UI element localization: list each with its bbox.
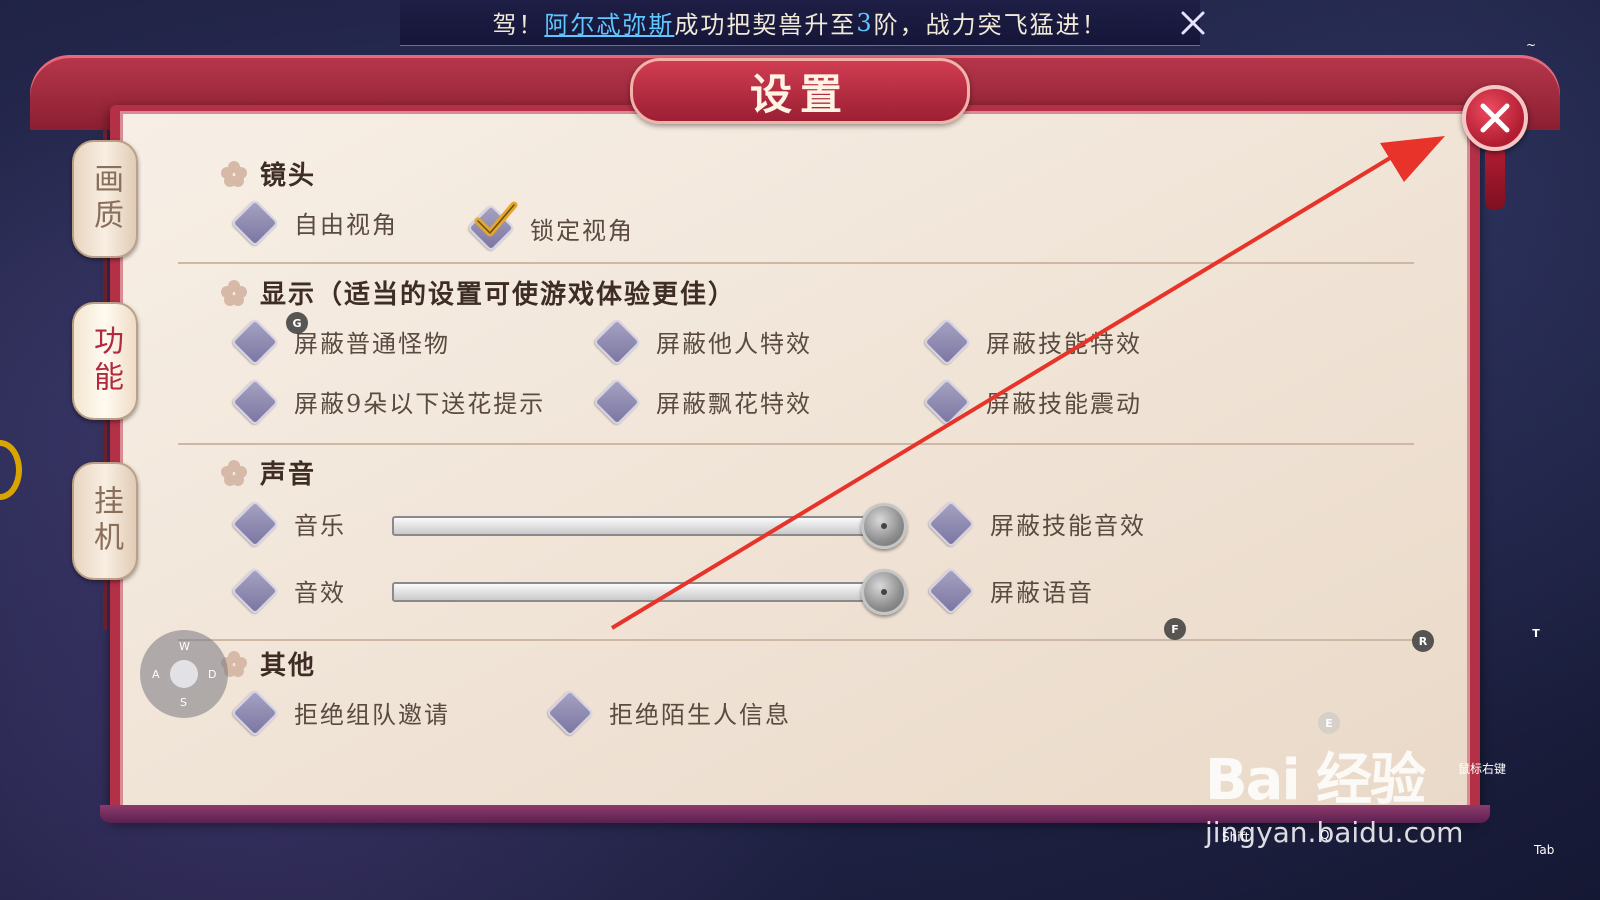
section-camera-heading: 镜头 — [220, 155, 316, 192]
option-hide-monsters[interactable]: 屏蔽普通怪物 — [230, 317, 450, 366]
option-hide-flower-tips[interactable]: 屏蔽9朵以下送花提示 — [230, 377, 545, 426]
key-hint-right-mouse: 鼠标右键 — [1458, 762, 1507, 776]
joystick-d: D — [208, 668, 217, 681]
checkbox-diamond[interactable] — [926, 499, 976, 548]
option-lock-view[interactable]: 锁定视角 — [466, 201, 634, 253]
sfx-volume-slider[interactable] — [392, 582, 882, 602]
section-divider — [178, 262, 1414, 264]
tab-graphics[interactable]: 画质 — [72, 140, 138, 258]
watermark-url: jingyan.baidu.com — [1205, 816, 1464, 849]
movement-joystick[interactable]: W A S D — [140, 630, 228, 718]
section-divider — [178, 443, 1414, 445]
checkbox-diamond[interactable] — [922, 377, 972, 426]
tab-function[interactable]: 功能 — [72, 302, 138, 420]
dialog-title: 设置 — [630, 58, 970, 124]
checkbox-diamond[interactable] — [926, 566, 976, 615]
tab-cord — [103, 580, 107, 630]
key-hint-e: E — [1318, 712, 1340, 734]
joystick-a: A — [152, 668, 160, 681]
joystick-s: S — [180, 696, 187, 709]
checkbox-diamond[interactable] — [230, 198, 280, 247]
flower-icon — [221, 459, 247, 486]
checkbox-diamond[interactable] — [922, 317, 972, 366]
checkbox-diamond[interactable] — [592, 377, 642, 426]
option-hide-others-effects[interactable]: 屏蔽他人特效 — [592, 317, 812, 366]
banner-prefix: 驾！ — [492, 11, 545, 39]
watermark-brand: Bai 经验 — [1205, 748, 1426, 813]
key-hint-f: F — [1164, 618, 1186, 640]
option-music[interactable]: 音乐 — [230, 499, 346, 548]
flower-icon — [221, 160, 247, 187]
close-button[interactable] — [1462, 85, 1528, 151]
checkbox-diamond[interactable] — [230, 566, 280, 615]
close-tassel — [1485, 150, 1505, 210]
banner-suffix: 阶，战力突飞猛进！ — [873, 11, 1108, 39]
checkbox-diamond[interactable] — [545, 688, 595, 737]
music-volume-slider[interactable] — [392, 516, 882, 536]
key-hint-g: G — [286, 312, 308, 334]
banner-level: 3 — [856, 8, 874, 37]
sfx-volume-knob[interactable] — [861, 569, 907, 615]
option-sfx[interactable]: 音效 — [230, 566, 346, 615]
checkbox-diamond[interactable] — [230, 317, 280, 366]
section-display-heading: 显示（适当的设置可使游戏体验更佳） — [220, 274, 736, 311]
close-icon — [1480, 103, 1510, 133]
tab-cord — [103, 420, 107, 465]
key-hint-tab: Tab — [1534, 843, 1555, 857]
announcement-banner: 驾！ 阿尔忒弥斯 成功把契兽升至 3 阶，战力突飞猛进！ — [400, 0, 1200, 46]
section-other-heading: 其他 — [220, 645, 316, 682]
flower-icon — [221, 279, 247, 306]
checkbox-diamond[interactable] — [230, 377, 280, 426]
key-hint-r: R — [1412, 630, 1434, 652]
section-divider — [178, 639, 1414, 641]
checkbox-checked[interactable] — [466, 201, 518, 253]
option-hide-skill-sound[interactable]: 屏蔽技能音效 — [926, 499, 1146, 548]
checkbox-diamond[interactable] — [230, 499, 280, 548]
key-hint-tilde: ~ — [1526, 38, 1537, 52]
option-hide-skill-effects[interactable]: 屏蔽技能特效 — [922, 317, 1142, 366]
option-hide-voice[interactable]: 屏蔽语音 — [926, 566, 1094, 615]
option-free-view[interactable]: 自由视角 — [230, 198, 398, 247]
joystick-w: W — [179, 640, 190, 653]
banner-player-link[interactable]: 阿尔忒弥斯 — [544, 5, 674, 40]
joystick-knob[interactable] — [170, 660, 198, 688]
baidu-watermark: Bai 经验 jingyan.baidu.com — [1205, 735, 1463, 849]
tab-auto-battle[interactable]: 挂机 — [72, 462, 138, 580]
section-sound-heading: 声音 — [220, 454, 316, 491]
key-hint-t: T — [1532, 626, 1540, 640]
checkmark-icon — [474, 201, 518, 237]
crossed-swords-icon — [1181, 11, 1205, 35]
checkbox-diamond[interactable] — [592, 317, 642, 366]
checkbox-diamond[interactable] — [230, 688, 280, 737]
option-reject-team-invite[interactable]: 拒绝组队邀请 — [230, 688, 450, 737]
music-volume-knob[interactable] — [861, 503, 907, 549]
tab-cord — [103, 255, 107, 305]
option-hide-skill-shake[interactable]: 屏蔽技能震动 — [922, 377, 1142, 426]
option-hide-petal-effects[interactable]: 屏蔽飘花特效 — [592, 377, 812, 426]
banner-middle: 成功把契兽升至 — [674, 11, 857, 39]
option-reject-stranger-messages[interactable]: 拒绝陌生人信息 — [545, 688, 791, 737]
